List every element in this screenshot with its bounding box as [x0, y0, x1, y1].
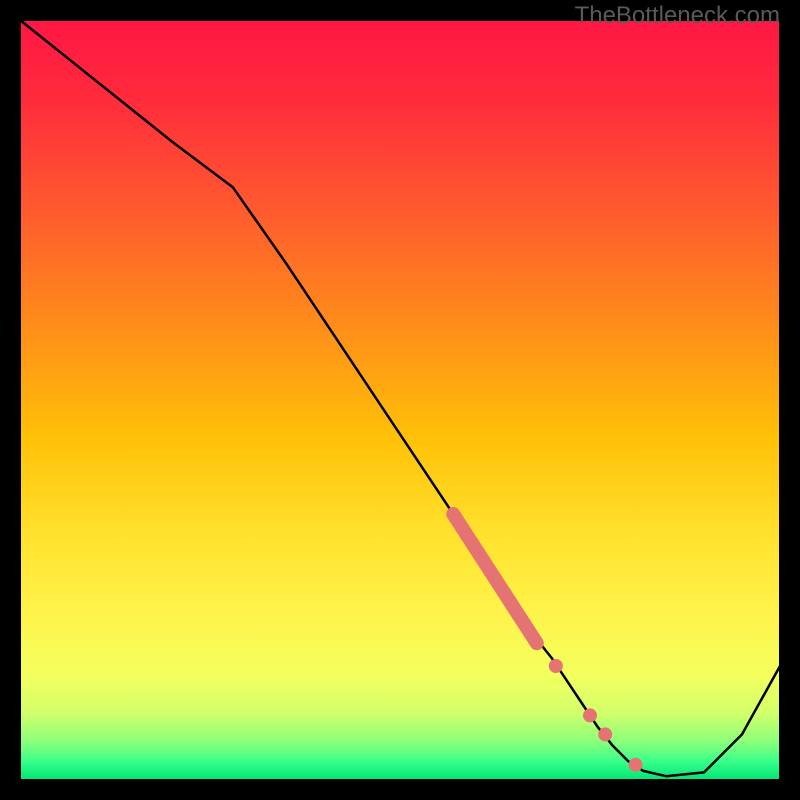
highlight-dot [583, 708, 597, 722]
chart-background [20, 20, 780, 780]
highlight-dot [598, 727, 612, 741]
highlight-dot [629, 758, 643, 772]
chart-svg [20, 20, 780, 780]
watermark-text: TheBottleneck.com [575, 2, 780, 30]
highlight-dot [549, 659, 563, 673]
chart-area [20, 20, 780, 780]
